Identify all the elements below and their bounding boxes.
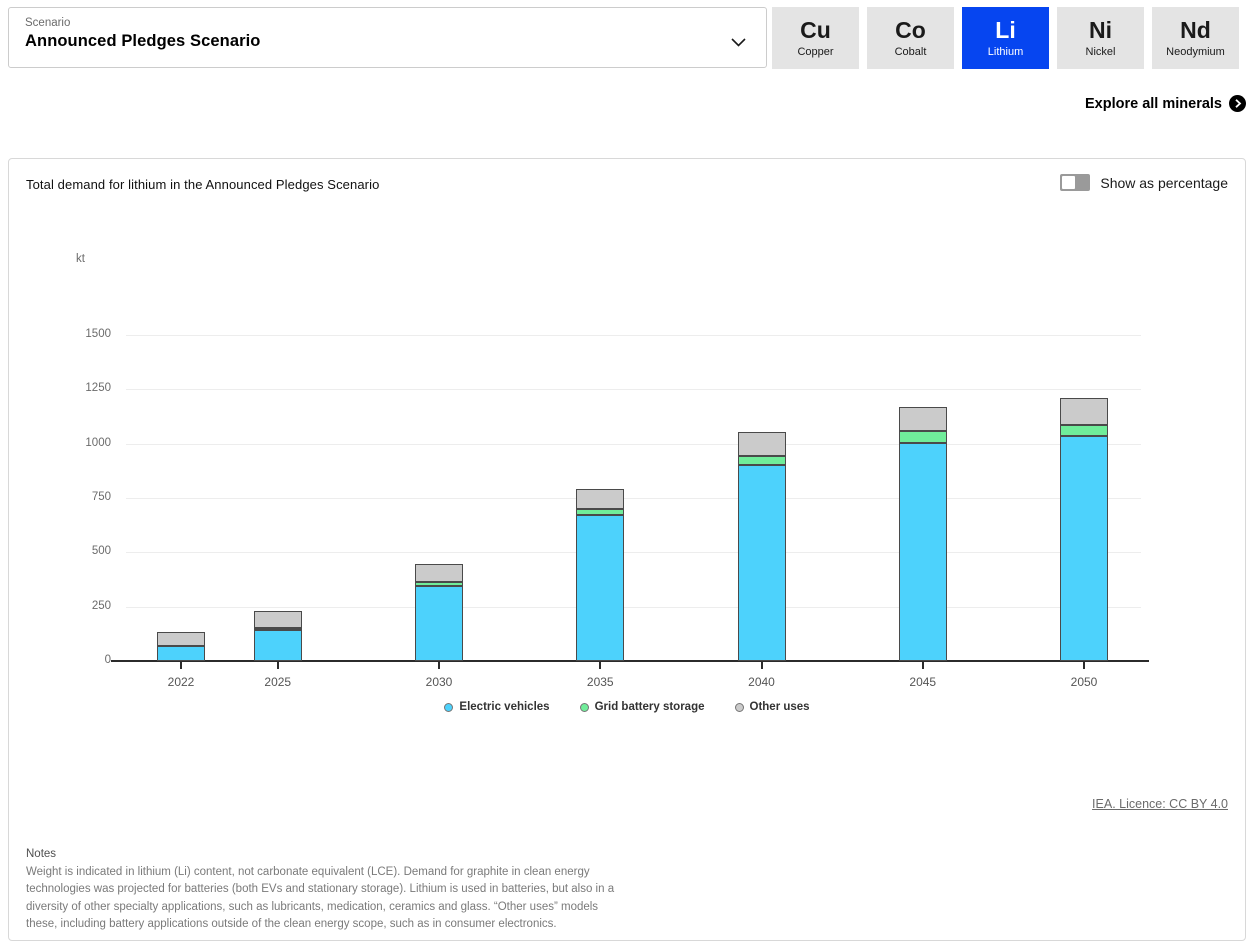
mineral-name: Lithium [988,46,1023,58]
y-tick-label: 0 [9,654,111,666]
y-axis-unit-label: kt [76,253,85,265]
bar-segment [1060,425,1108,436]
grid-line [126,389,1141,390]
chevron-down-icon [731,34,746,52]
show-as-percentage-toggle[interactable]: Show as percentage [1060,174,1228,191]
mineral-name: Cobalt [895,46,927,58]
mineral-name: Nickel [1086,46,1116,58]
explore-all-minerals-label: Explore all minerals [1085,96,1222,112]
legend-label: Grid battery storage [595,701,705,713]
grid-line [126,607,1141,608]
bar-segment [1060,436,1108,661]
toggle-track[interactable] [1060,174,1090,191]
bar-segment [415,586,463,661]
tab-lithium[interactable]: Li Lithium [962,7,1049,69]
tab-copper[interactable]: Cu Copper [772,7,859,69]
mineral-symbol: Nd [1180,18,1211,42]
mineral-tabs: Cu Copper Co Cobalt Li Lithium Ni Nickel… [772,7,1239,69]
grid-line [126,335,1141,336]
legend-label: Electric vehicles [459,701,549,713]
x-axis-tick [277,662,279,669]
bar-segment [576,489,624,509]
x-axis-tick [438,662,440,669]
y-tick-label: 1250 [9,382,111,394]
x-tick-label: 2022 [149,675,213,689]
y-tick-label: 1500 [9,328,111,340]
bar-segment [576,515,624,661]
toggle-knob [1062,176,1075,189]
bar-segment [899,407,947,431]
y-tick-label: 1000 [9,437,111,449]
grid-line [126,552,1141,553]
y-tick-label: 500 [9,545,111,557]
tab-nickel[interactable]: Ni Nickel [1057,7,1144,69]
scenario-dropdown-value: Announced Pledges Scenario [25,32,716,51]
y-tick-label: 250 [9,600,111,612]
x-tick-label: 2035 [568,675,632,689]
legend-item[interactable]: Grid battery storage [580,701,705,713]
notes-text: Weight is indicated in lithium (Li) cont… [26,864,626,933]
grid-line [126,498,1141,499]
scenario-dropdown-label: Scenario [25,17,716,29]
mineral-name: Neodymium [1166,46,1225,58]
mineral-symbol: Ni [1089,18,1112,42]
bar-segment [254,611,302,628]
bar-segment [1060,398,1108,425]
tab-neodymium[interactable]: Nd Neodymium [1152,7,1239,69]
bar-segment [738,456,786,466]
arrow-right-circle-icon [1229,95,1246,112]
toggle-label: Show as percentage [1100,175,1228,191]
chart-card: Total demand for lithium in the Announce… [8,158,1246,941]
bar-segment [415,582,463,586]
x-axis-tick [761,662,763,669]
legend-label: Other uses [750,701,810,713]
legend-swatch-icon [444,703,453,712]
bar-segment [738,432,786,456]
y-tick-label: 750 [9,491,111,503]
bar-segment [157,646,205,661]
bar-segment [738,465,786,661]
mineral-name: Copper [797,46,833,58]
legend-swatch-icon [735,703,744,712]
chart-title: Total demand for lithium in the Announce… [26,177,379,192]
iea-licence-link[interactable]: IEA. Licence: CC BY 4.0 [1092,797,1228,811]
legend-swatch-icon [580,703,589,712]
y-axis-labels: 0250500750100012501500 [9,335,111,661]
explore-all-minerals-link[interactable]: Explore all minerals [1085,95,1246,112]
x-tick-label: 2025 [246,675,310,689]
x-axis-tick [180,662,182,669]
mineral-symbol: Li [995,18,1015,42]
x-axis-tick [922,662,924,669]
legend-item[interactable]: Other uses [735,701,810,713]
grid-line [126,444,1141,445]
notes-title: Notes [26,848,56,860]
x-tick-label: 2050 [1052,675,1116,689]
legend-item[interactable]: Electric vehicles [444,701,549,713]
x-tick-label: 2040 [730,675,794,689]
bar-segment [576,509,624,516]
bar-segment [899,431,947,443]
scenario-dropdown[interactable]: Scenario Announced Pledges Scenario [8,7,767,68]
bar-segment [157,632,205,645]
mineral-symbol: Cu [800,18,831,42]
tab-cobalt[interactable]: Co Cobalt [867,7,954,69]
chart-legend: Electric vehicles Grid battery storage Oth… [9,701,1245,713]
bar-segment [415,564,463,582]
x-tick-label: 2045 [891,675,955,689]
x-axis-tick [599,662,601,669]
bar-segment [254,630,302,662]
bar-segment [899,443,947,661]
x-tick-label: 2030 [407,675,471,689]
plot-area: 2022202520302035204020452050 [126,335,1141,661]
x-axis-tick [1083,662,1085,669]
mineral-symbol: Co [895,18,926,42]
